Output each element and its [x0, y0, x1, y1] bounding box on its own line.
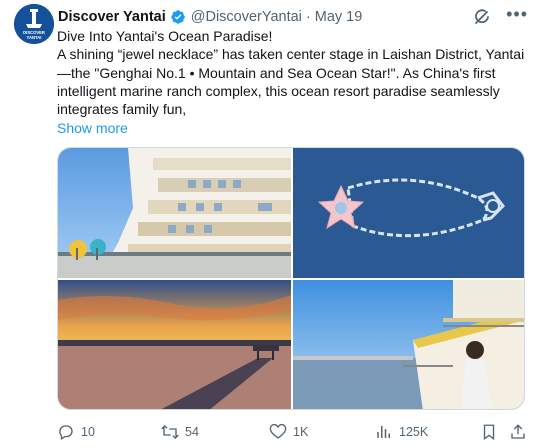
views-count: 125K: [399, 425, 429, 439]
repost-icon: [161, 425, 179, 439]
tweet-body: A shining “jewel necklace” has taken cen…: [57, 46, 525, 118]
show-more-link[interactable]: Show more: [57, 120, 128, 136]
bookmark-button[interactable]: [480, 421, 504, 443]
reply-button[interactable]: 10: [57, 421, 95, 443]
verified-badge-icon: [170, 9, 186, 25]
action-bar: 10 54 1K 125K: [57, 421, 527, 443]
tweet-header: Discover Yantai @DiscoverYantai · May 19…: [58, 5, 528, 27]
post-date[interactable]: May 19: [315, 9, 363, 25]
share-button[interactable]: [509, 421, 533, 443]
cruise-ship-deck-photo[interactable]: [58, 148, 291, 278]
reply-count: 10: [81, 425, 95, 439]
handle[interactable]: @DiscoverYantai: [191, 9, 302, 25]
avatar[interactable]: DISCOVER YANTAI: [14, 4, 54, 44]
avatar-logo: DISCOVER YANTAI: [14, 4, 54, 44]
grok-icon[interactable]: [472, 7, 492, 27]
bookmark-icon: [483, 424, 495, 441]
heart-icon: [269, 423, 287, 439]
avatar-text-2: YANTAI: [27, 35, 42, 40]
like-button[interactable]: 1K: [269, 421, 308, 443]
repost-count: 54: [185, 425, 199, 439]
tweet-text: Dive Into Yantai's Ocean Paradise! A shi…: [57, 27, 527, 118]
views-button[interactable]: 125K: [375, 421, 428, 443]
share-icon: [511, 424, 525, 439]
tweet-card[interactable]: DISCOVER YANTAI Discover Yantai @Discove…: [0, 0, 538, 448]
display-name[interactable]: Discover Yantai: [58, 9, 166, 25]
star-shaped-ocean-ranch-photo[interactable]: [293, 148, 524, 278]
like-count: 1K: [293, 425, 309, 439]
repost-button[interactable]: 54: [161, 421, 199, 443]
separator-dot: ·: [305, 9, 311, 25]
woman-on-ship-deck-photo[interactable]: [293, 280, 524, 409]
views-icon: [377, 426, 390, 438]
tweet-line-1: Dive Into Yantai's Ocean Paradise!: [57, 28, 273, 44]
reply-icon: [59, 425, 73, 440]
more-options-icon[interactable]: •••: [506, 5, 528, 23]
media-grid: [57, 147, 525, 410]
sunset-pier-photo[interactable]: [58, 280, 291, 409]
